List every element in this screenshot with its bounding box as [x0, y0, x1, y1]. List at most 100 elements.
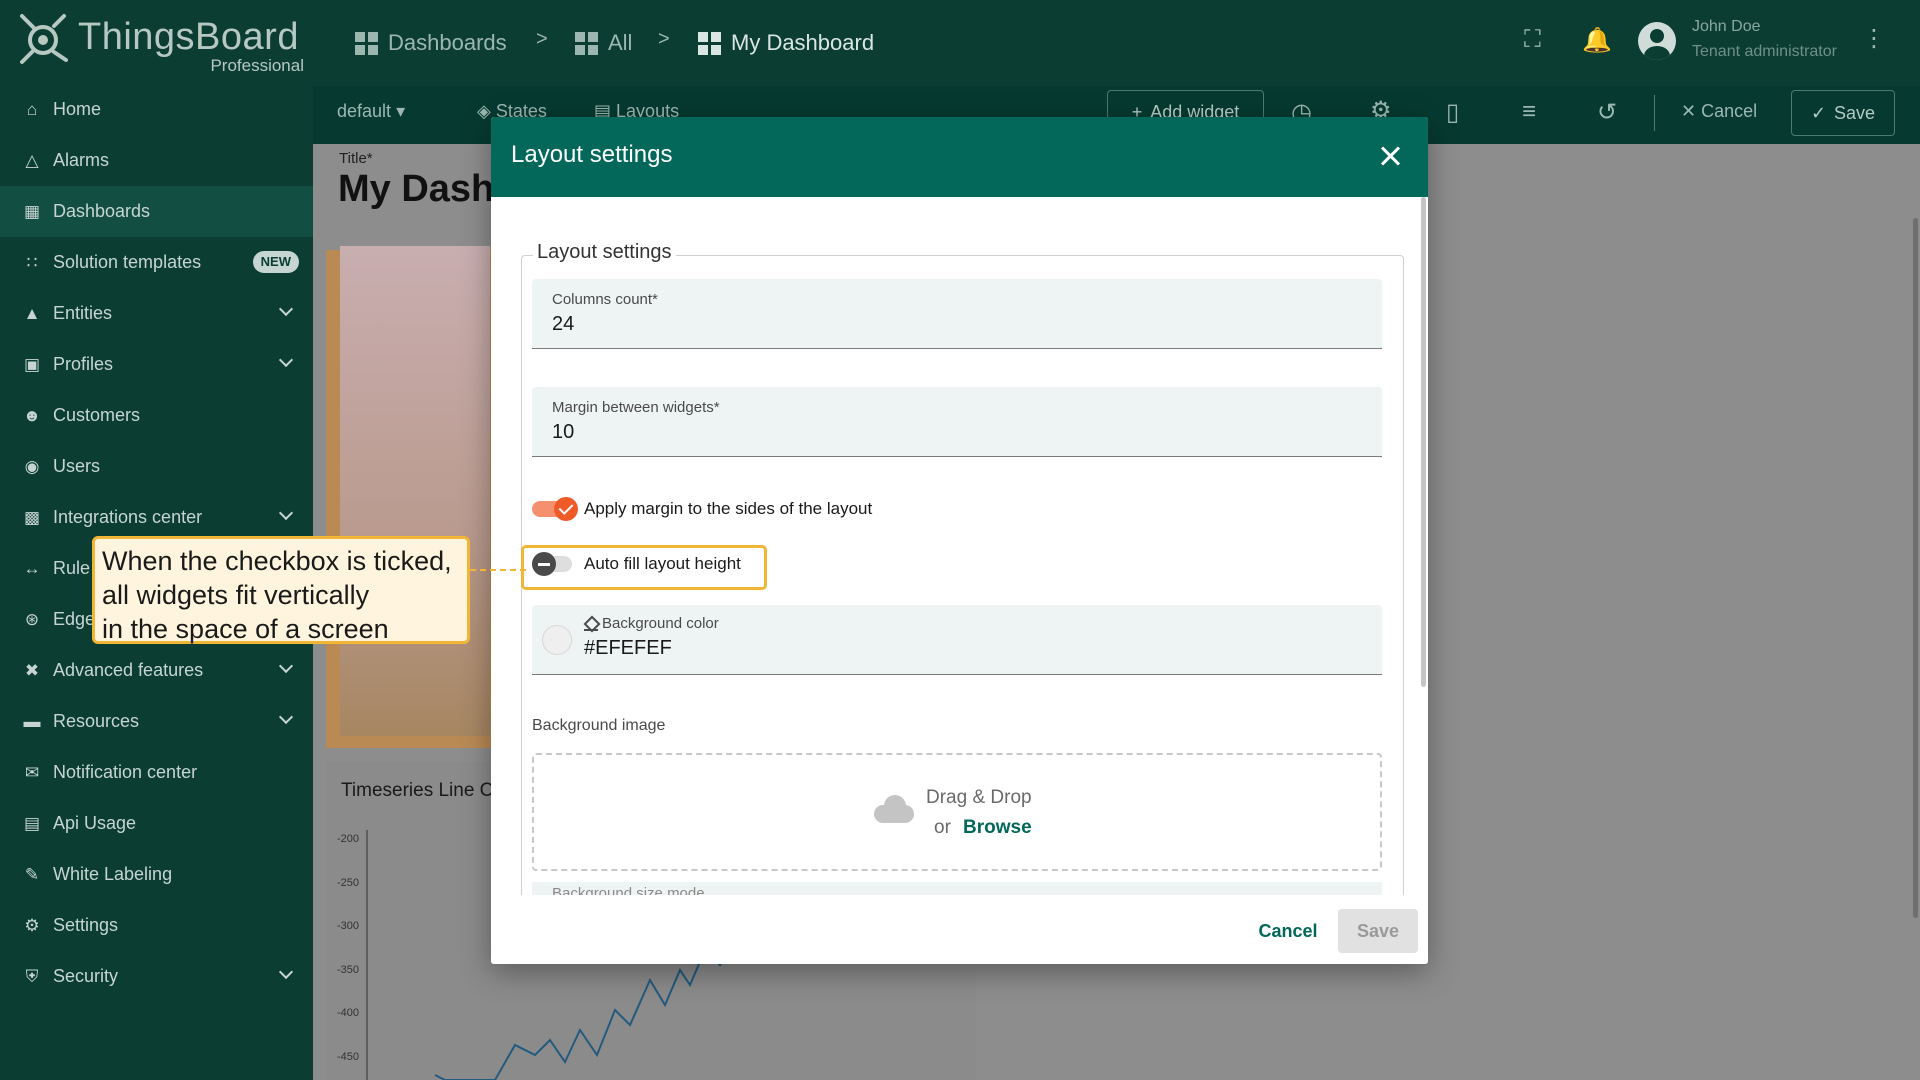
sidebar-item-label: White Labeling — [53, 864, 173, 884]
save-label: Save — [1834, 102, 1876, 123]
sidebar-item-entities[interactable]: ▲ Entities — [0, 288, 313, 339]
bg-chart-ytick: -250 — [337, 877, 360, 889]
dashboard-icon — [575, 31, 598, 55]
fullscreen-icon[interactable]: ⛶ — [1524, 26, 1541, 54]
sidebar-item-label: Notification center — [53, 762, 198, 782]
fieldset-legend: Layout settings — [533, 241, 676, 264]
sidebar-item-label: Edge — [53, 609, 96, 629]
bg-chart-ytick: -300 — [337, 920, 360, 932]
sidebar-item-label: Api Usage — [53, 813, 137, 833]
devices-icon[interactable]: ▯ — [1446, 98, 1459, 127]
columns-count-value: 24 — [552, 313, 575, 335]
cancel-button[interactable]: ✕ Cancel — [1681, 101, 1757, 122]
columns-count-field[interactable]: Columns count* 24 — [532, 279, 1382, 349]
bg-chart-ytick: -200 — [337, 833, 360, 845]
profiles-icon: ▣ — [23, 354, 41, 374]
chevron-down-icon — [278, 964, 294, 980]
close-icon[interactable] — [1377, 143, 1403, 169]
sidebar-item-alarms[interactable]: △ Alarms — [0, 135, 313, 186]
bg-chart-ytick: -400 — [337, 1007, 360, 1019]
sidebar-item-notification-center[interactable]: ✉ Notification center — [0, 747, 313, 798]
bg-dashboard-title: My Dash — [338, 168, 495, 210]
avatar[interactable] — [1638, 22, 1676, 60]
background-image-dropzone[interactable]: Drag & Drop or Browse — [532, 753, 1382, 871]
notifications-icon[interactable]: 🔔 — [1582, 26, 1612, 55]
canvas-scrollbar[interactable] — [1913, 218, 1918, 918]
sidebar-item-users[interactable]: ◉ Users — [0, 441, 313, 492]
notification-icon: ✉ — [24, 762, 40, 782]
cloud-upload-icon — [874, 795, 914, 823]
gear-icon: ⚙ — [24, 915, 40, 935]
sidebar-item-customers[interactable]: ☻ Customers — [0, 390, 313, 441]
bg-chart-ytick: -450 — [337, 1051, 360, 1063]
sidebar-item-label: Rule — [53, 558, 91, 578]
user-role: Tenant administrator — [1692, 43, 1837, 60]
breadcrumb-my-dashboard: My Dashboard — [698, 26, 874, 60]
background-color-label-text: Background color — [602, 615, 719, 632]
chevron-down-icon — [278, 352, 294, 368]
sidebar-item-resources[interactable]: ▬ Resources — [0, 696, 313, 747]
state-select[interactable]: default ▾ — [337, 101, 405, 122]
sidebar-item-profiles[interactable]: ▣ Profiles — [0, 339, 313, 390]
apply-margin-toggle-row[interactable]: Apply margin to the sides of the layout — [532, 497, 873, 521]
layers-icon: ◈ — [477, 101, 491, 121]
bg-image-widget-content — [340, 246, 490, 736]
state-select-value: default — [337, 101, 392, 121]
sidebar-item-dashboards[interactable]: ▦ Dashboards — [0, 186, 313, 237]
breadcrumb-label: All — [608, 30, 633, 55]
integrations-icon: ▩ — [23, 507, 41, 527]
chevron-down-icon — [278, 301, 294, 317]
sidebar-item-security[interactable]: ⛨ Security — [0, 951, 313, 1002]
sidebar-item-advanced-features[interactable]: ✖ Advanced features — [0, 645, 313, 696]
sidebar-item-settings[interactable]: ⚙ Settings — [0, 900, 313, 951]
check-icon: ✓ — [1810, 102, 1827, 123]
sidebar-item-label: Customers — [53, 405, 141, 425]
sidebar-item-label: Advanced features — [53, 660, 204, 680]
apply-margin-toggle[interactable] — [532, 497, 578, 521]
sidebar-item-label: Dashboards — [53, 201, 151, 221]
sidebar-item-label: Resources — [53, 711, 140, 731]
margin-field[interactable]: Margin between widgets* 10 — [532, 387, 1382, 457]
dashboard-icon — [698, 31, 721, 55]
breadcrumb-dashboards[interactable]: Dashboards — [355, 26, 507, 60]
breadcrumb-all[interactable]: All — [575, 26, 632, 60]
breadcrumb-separator: > — [658, 28, 670, 50]
toolbar-divider — [1654, 95, 1655, 131]
warning-icon: △ — [25, 150, 39, 170]
drag-drop-text: Drag & Drop — [926, 787, 1032, 808]
sidebar-item-label: Integrations center — [53, 507, 203, 527]
chevron-down-icon — [278, 709, 294, 725]
margin-label: Margin between widgets* — [552, 399, 720, 416]
dialog-title: Layout settings — [511, 141, 673, 168]
brush-icon: ✎ — [24, 864, 40, 884]
more-vert-icon[interactable]: ⋮ — [1862, 24, 1886, 53]
logo[interactable]: ThingsBoard Professional — [14, 10, 304, 76]
bg-chart-title: Timeseries Line C — [341, 780, 494, 801]
browse-link[interactable]: Browse — [963, 817, 1032, 839]
sidebar-item-label: Profiles — [53, 354, 114, 374]
cancel-label: Cancel — [1701, 101, 1758, 121]
background-color-field[interactable]: Background color #EFEFEF — [532, 605, 1382, 675]
filter-icon[interactable]: ≡ — [1522, 98, 1536, 126]
color-swatch[interactable] — [542, 625, 572, 655]
callout-line: When the checkbox is ticked, — [102, 546, 452, 576]
sidebar-item-white-labeling[interactable]: ✎ White Labeling — [0, 849, 313, 900]
logo-text: ThingsBoard — [78, 16, 299, 58]
save-button[interactable]: ✓ Save — [1791, 90, 1895, 136]
apply-margin-label: Apply margin to the sides of the layout — [584, 499, 873, 518]
user-name: John Doe — [1692, 18, 1761, 35]
sidebar-item-label: Home — [53, 99, 102, 119]
background-size-mode-field[interactable]: Background size mode — [532, 882, 1382, 896]
sidebar-item-api-usage[interactable]: ▤ Api Usage — [0, 798, 313, 849]
chevron-down-icon — [278, 658, 294, 674]
sidebar-item-solution-templates[interactable]: ∷ Solution templates NEW — [0, 237, 313, 288]
auto-fill-highlight — [521, 545, 767, 590]
dialog-cancel-button[interactable]: Cancel — [1242, 909, 1334, 953]
sidebar-item-label: Alarms — [53, 150, 110, 170]
callout-connector — [470, 569, 526, 571]
sidebar-item-label: Entities — [53, 303, 113, 323]
history-icon[interactable]: ↺ — [1597, 98, 1617, 127]
dialog-scrollbar[interactable] — [1421, 197, 1426, 687]
sidebar-item-home[interactable]: ⌂ Home — [0, 84, 313, 135]
background-image-label: Background image — [532, 717, 666, 734]
